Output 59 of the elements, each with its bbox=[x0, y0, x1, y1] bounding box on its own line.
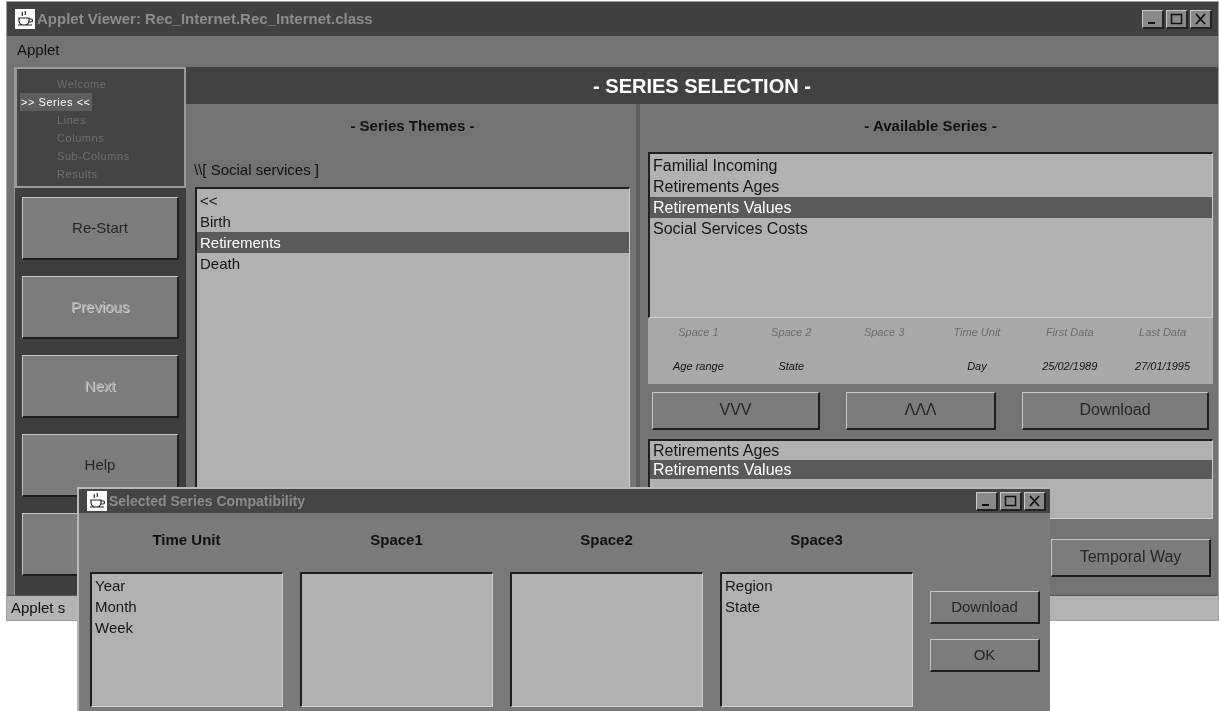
close-icon bbox=[1195, 12, 1206, 25]
list-item[interactable]: Year bbox=[92, 574, 282, 596]
close-button[interactable] bbox=[1190, 9, 1212, 29]
column-heading: Space2 bbox=[580, 530, 633, 550]
close-button[interactable] bbox=[1024, 491, 1046, 511]
panel-title: - Series Themes - bbox=[350, 116, 475, 136]
column-heading: Space1 bbox=[370, 530, 423, 550]
info-value: 25/02/1989 bbox=[1042, 360, 1098, 373]
minimize-icon bbox=[982, 503, 989, 506]
minimize-button[interactable] bbox=[1142, 9, 1164, 29]
list-item[interactable]: Familial Incoming bbox=[650, 154, 1212, 176]
cup-icon bbox=[15, 9, 35, 29]
list-item[interactable]: Retirements bbox=[197, 232, 629, 253]
maximize-icon bbox=[1170, 13, 1183, 24]
info-value: Age range bbox=[673, 360, 724, 373]
dialog-button[interactable]: Download bbox=[930, 591, 1040, 624]
temporal-button[interactable]: Temporal Way bbox=[1051, 538, 1211, 577]
list-item[interactable]: State bbox=[722, 595, 912, 617]
info-label: Space 3 bbox=[863, 324, 905, 340]
series-button[interactable]: Download bbox=[1022, 391, 1209, 430]
list-item[interactable]: Retirements Values bbox=[650, 196, 1212, 218]
list-item[interactable]: Week bbox=[92, 616, 282, 638]
info-value: Day bbox=[967, 360, 987, 373]
theme-path: \\[ Social services ] bbox=[194, 159, 320, 180]
info-value: State bbox=[778, 360, 805, 373]
series-button[interactable]: ΛΛΛ bbox=[846, 391, 996, 430]
panel-title: - Available Series - bbox=[864, 116, 997, 136]
dialog-button[interactable]: OK bbox=[930, 639, 1040, 672]
info-label: Time Unit bbox=[953, 324, 1001, 340]
maximize-button[interactable] bbox=[1166, 9, 1188, 29]
list-item[interactable]: Death bbox=[197, 253, 629, 274]
column-heading: Time Unit bbox=[152, 530, 221, 550]
info-value: 27/01/1995 bbox=[1135, 360, 1191, 373]
list-item[interactable]: Social Services Costs bbox=[650, 217, 1212, 239]
list-item[interactable]: Region bbox=[722, 574, 912, 596]
list-item[interactable]: Month bbox=[92, 595, 282, 617]
info-label: Space 1 bbox=[678, 324, 719, 340]
list-item[interactable]: Retirements Ages bbox=[650, 440, 1212, 460]
info-label: First Data bbox=[1045, 324, 1094, 340]
list-item[interactable]: Retirements Values bbox=[650, 459, 1212, 479]
minimize-icon bbox=[1148, 21, 1155, 24]
section-header: - SERIES SELECTION - bbox=[186, 67, 1218, 104]
series-button[interactable]: VVV bbox=[652, 391, 820, 430]
menu-item[interactable]: Applet bbox=[17, 39, 60, 62]
list-item[interactable]: << bbox=[197, 190, 629, 211]
maximize-icon bbox=[1004, 495, 1017, 506]
status-text: Applet s bbox=[11, 597, 66, 618]
minimize-button[interactable] bbox=[976, 491, 998, 511]
close-icon bbox=[1029, 494, 1040, 507]
list-item[interactable]: Retirements Ages bbox=[650, 175, 1212, 197]
window-title: Applet Viewer: Rec_Internet.Rec_Internet.class bbox=[37, 8, 373, 29]
step-item[interactable]: >> Series << bbox=[20, 93, 92, 111]
maximize-button[interactable] bbox=[1000, 491, 1022, 511]
info-label: Space 2 bbox=[771, 324, 812, 340]
column-heading: Space3 bbox=[790, 530, 843, 550]
nav-button[interactable]: Re-Start bbox=[22, 197, 179, 260]
list-item[interactable]: Birth bbox=[197, 211, 629, 232]
info-label: Last Data bbox=[1139, 324, 1187, 340]
cup-icon bbox=[87, 491, 107, 511]
